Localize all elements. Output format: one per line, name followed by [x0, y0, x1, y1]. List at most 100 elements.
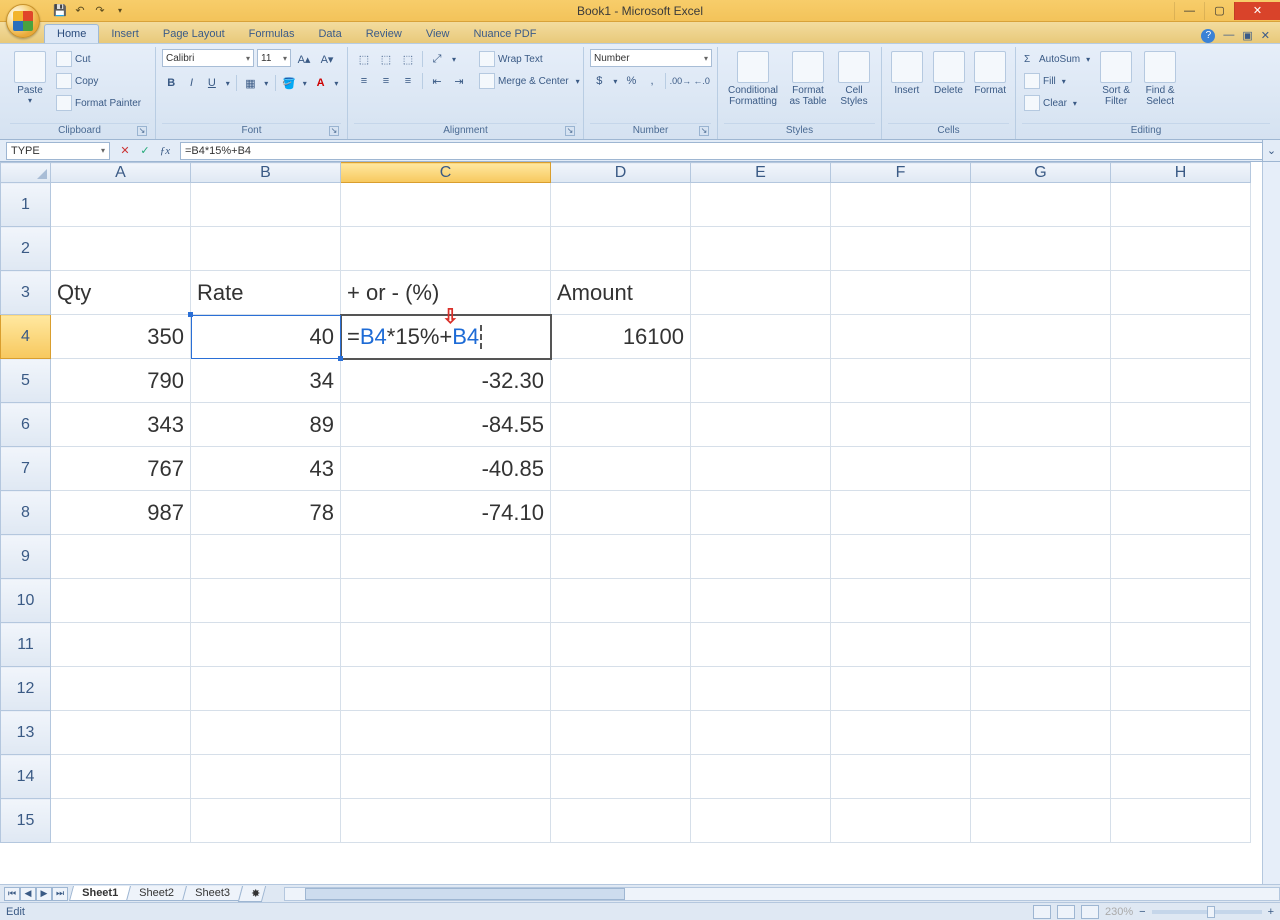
zoom-slider[interactable] — [1152, 910, 1262, 914]
cell-G2[interactable] — [971, 227, 1111, 271]
cell-B1[interactable] — [191, 183, 341, 227]
fill-color-dd[interactable]: ▾ — [300, 73, 309, 93]
help-icon[interactable]: ? — [1201, 29, 1215, 43]
column-header-C[interactable]: C — [341, 163, 551, 183]
new-sheet-tab[interactable]: ✸ — [238, 886, 266, 902]
cell-F6[interactable] — [831, 403, 971, 447]
cell-C4[interactable]: =B4*15%+B4⇩ — [341, 315, 551, 359]
sheet-nav-prev[interactable]: ◀ — [20, 887, 36, 901]
cell-B14[interactable] — [191, 755, 341, 799]
cell-F3[interactable] — [831, 271, 971, 315]
cell-E11[interactable] — [691, 623, 831, 667]
cell-E2[interactable] — [691, 227, 831, 271]
tab-home[interactable]: Home — [44, 24, 99, 43]
cell-A12[interactable] — [51, 667, 191, 711]
cell-H5[interactable] — [1111, 359, 1251, 403]
sheet-nav-last[interactable]: ⏭ — [52, 887, 68, 901]
cell-A14[interactable] — [51, 755, 191, 799]
cell-E14[interactable] — [691, 755, 831, 799]
fill-color-button[interactable]: 🪣 — [280, 73, 298, 93]
qat-save-icon[interactable]: 💾 — [52, 3, 68, 19]
comma-button[interactable]: , — [643, 71, 662, 91]
cell-H9[interactable] — [1111, 535, 1251, 579]
formula-input[interactable]: =B4*15%+B4 — [180, 142, 1262, 160]
cell-H13[interactable] — [1111, 711, 1251, 755]
align-middle-button[interactable]: ⬚ — [376, 49, 396, 69]
cell-G6[interactable] — [971, 403, 1111, 447]
conditional-formatting-button[interactable]: Conditional Formatting — [724, 49, 782, 107]
cell-H4[interactable] — [1111, 315, 1251, 359]
cell-G14[interactable] — [971, 755, 1111, 799]
cell-E4[interactable] — [691, 315, 831, 359]
cell-A9[interactable] — [51, 535, 191, 579]
column-header-B[interactable]: B — [191, 163, 341, 183]
italic-button[interactable]: I — [182, 73, 200, 93]
ribbon-minimize-icon[interactable]: ― — [1223, 29, 1234, 43]
row-header-10[interactable]: 10 — [1, 579, 51, 623]
cell-C11[interactable] — [341, 623, 551, 667]
cell-B12[interactable] — [191, 667, 341, 711]
sort-filter-button[interactable]: Sort & Filter — [1096, 49, 1136, 107]
sheet-nav-first[interactable]: ⏮ — [4, 887, 20, 901]
cell-H11[interactable] — [1111, 623, 1251, 667]
cell-G5[interactable] — [971, 359, 1111, 403]
horizontal-scrollbar[interactable] — [284, 887, 1280, 901]
row-header-6[interactable]: 6 — [1, 403, 51, 447]
row-header-13[interactable]: 13 — [1, 711, 51, 755]
sheet-tab-3[interactable]: Sheet3 — [182, 886, 243, 901]
underline-dd[interactable]: ▾ — [223, 73, 232, 93]
zoom-in-button[interactable]: + — [1268, 906, 1274, 918]
cell-B9[interactable] — [191, 535, 341, 579]
spreadsheet-grid[interactable]: ABCDEFGH123QtyRate+ or - (%)Amount435040… — [0, 162, 1262, 884]
cell-A3[interactable]: Qty — [51, 271, 191, 315]
merge-center-button[interactable]: Merge & Center▾ — [477, 71, 589, 91]
row-header-9[interactable]: 9 — [1, 535, 51, 579]
increase-indent-button[interactable]: ⇥ — [449, 71, 469, 91]
row-header-12[interactable]: 12 — [1, 667, 51, 711]
tab-page-layout[interactable]: Page Layout — [151, 25, 237, 43]
shrink-font-button[interactable]: A▾ — [317, 49, 337, 69]
cell-F12[interactable] — [831, 667, 971, 711]
increase-decimal-button[interactable]: .00→ — [670, 71, 690, 91]
cell-B3[interactable]: Rate — [191, 271, 341, 315]
column-header-E[interactable]: E — [691, 163, 831, 183]
page-layout-view-button[interactable] — [1057, 905, 1075, 919]
cell-A13[interactable] — [51, 711, 191, 755]
cell-G4[interactable] — [971, 315, 1111, 359]
cell-F9[interactable] — [831, 535, 971, 579]
border-dd[interactable]: ▾ — [262, 73, 271, 93]
cell-G8[interactable] — [971, 491, 1111, 535]
cell-G10[interactable] — [971, 579, 1111, 623]
cell-D4[interactable]: 16100 — [551, 315, 691, 359]
cell-H3[interactable] — [1111, 271, 1251, 315]
cell-H14[interactable] — [1111, 755, 1251, 799]
cell-E10[interactable] — [691, 579, 831, 623]
cell-A8[interactable]: 987 — [51, 491, 191, 535]
cell-A15[interactable] — [51, 799, 191, 843]
cell-E7[interactable] — [691, 447, 831, 491]
number-launcher[interactable]: ↘ — [699, 126, 709, 136]
cell-C12[interactable] — [341, 667, 551, 711]
cell-D13[interactable] — [551, 711, 691, 755]
decrease-indent-button[interactable]: ⇤ — [427, 71, 447, 91]
row-header-11[interactable]: 11 — [1, 623, 51, 667]
tab-formulas[interactable]: Formulas — [237, 25, 307, 43]
currency-button[interactable]: $ — [590, 71, 609, 91]
cell-H8[interactable] — [1111, 491, 1251, 535]
cell-G1[interactable] — [971, 183, 1111, 227]
cell-G9[interactable] — [971, 535, 1111, 579]
cell-F14[interactable] — [831, 755, 971, 799]
cell-B15[interactable] — [191, 799, 341, 843]
cell-F13[interactable] — [831, 711, 971, 755]
cell-F10[interactable] — [831, 579, 971, 623]
row-header-2[interactable]: 2 — [1, 227, 51, 271]
name-box[interactable]: TYPE▾ — [6, 142, 110, 160]
cell-G12[interactable] — [971, 667, 1111, 711]
cell-A10[interactable] — [51, 579, 191, 623]
cell-B7[interactable]: 43 — [191, 447, 341, 491]
close-workbook-icon[interactable]: ✕ — [1261, 29, 1270, 43]
cell-C8[interactable]: -74.10 — [341, 491, 551, 535]
column-header-G[interactable]: G — [971, 163, 1111, 183]
cell-E1[interactable] — [691, 183, 831, 227]
align-top-button[interactable]: ⬚ — [354, 49, 374, 69]
